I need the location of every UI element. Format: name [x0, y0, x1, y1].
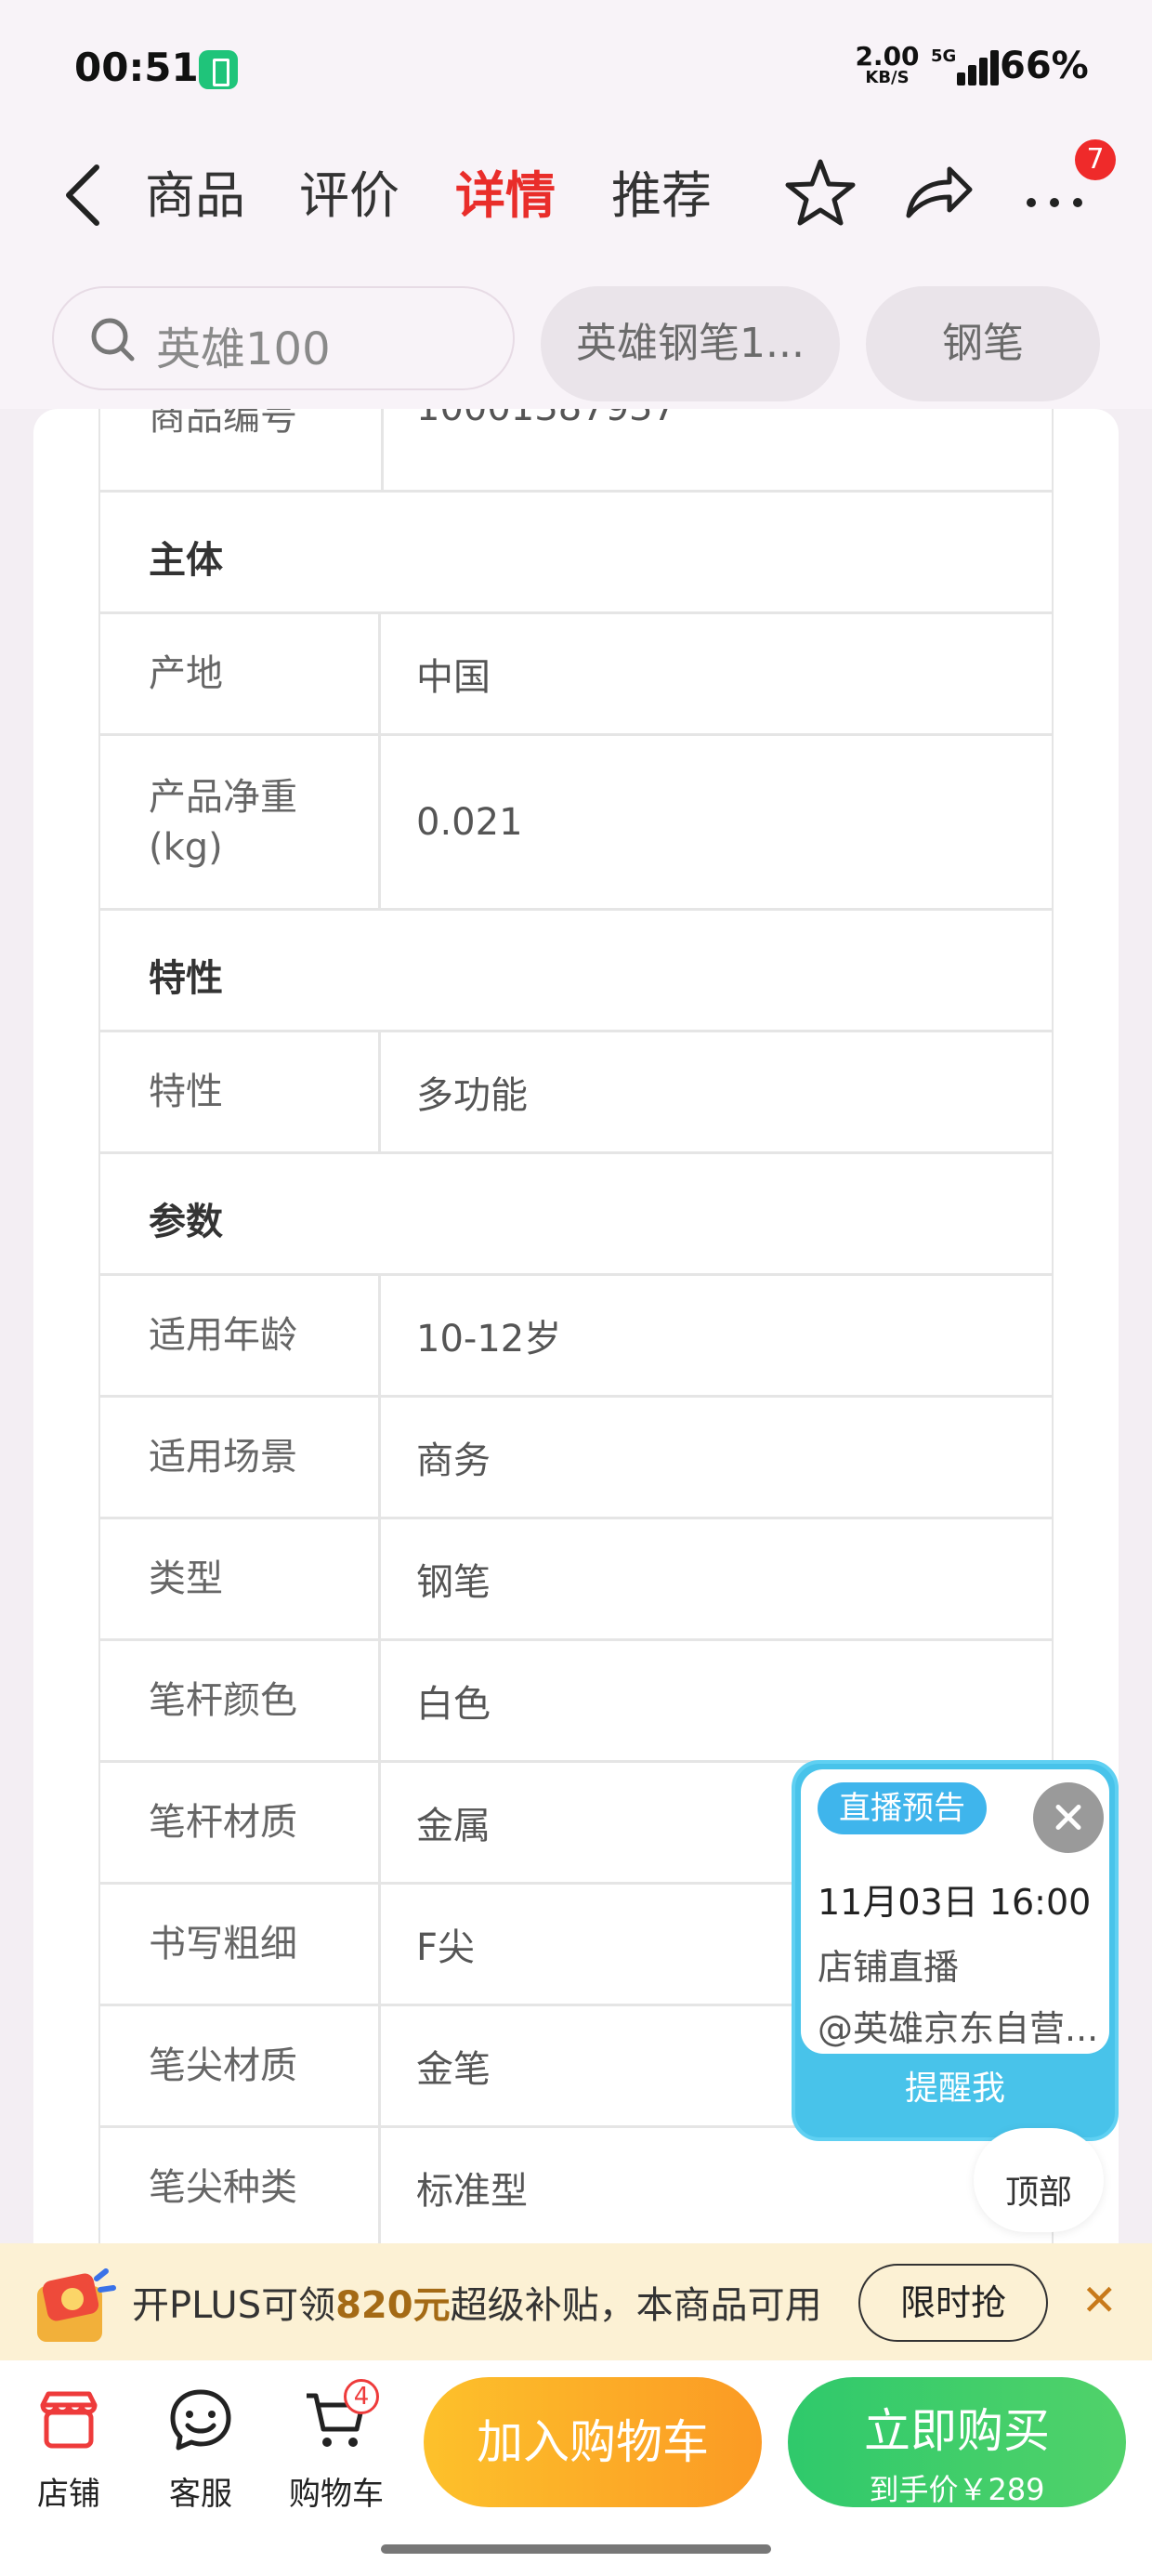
table-row: 类型 钢笔 — [100, 1519, 1052, 1641]
live-time: 11月03日 16:00 — [818, 1882, 1092, 1923]
table-row: 适用年龄 10-12岁 — [100, 1276, 1052, 1398]
customer-service-icon — [170, 2389, 231, 2451]
network-speed: 2.00 KB/S — [855, 44, 920, 87]
spec-value: 10-12岁 — [416, 1318, 562, 1360]
spec-section-header: 主体 — [100, 493, 1052, 614]
spec-value: 钢笔 — [416, 1561, 491, 1604]
store-button[interactable]: 店铺 — [13, 2385, 124, 2514]
table-row: 特性 多功能 — [100, 1032, 1052, 1154]
spec-value: F尖 — [416, 1926, 476, 1969]
spec-key: 产品净重(kg) — [100, 736, 381, 908]
search-query: 英雄100 — [156, 323, 331, 375]
add-to-cart-button[interactable]: 加入购物车 — [424, 2377, 762, 2507]
table-row: 适用场景 商务 — [100, 1398, 1052, 1519]
tab-reviews[interactable]: 评价 — [299, 154, 399, 228]
search-icon — [91, 318, 135, 361]
battery-percent: 66% — [1000, 45, 1089, 87]
plus-promo-banner[interactable]: 开PLUS可领820元超级补贴，本商品可用 限时抢 ✕ — [0, 2243, 1152, 2360]
table-row: 笔尖种类 标准型 — [100, 2128, 1052, 2250]
customer-service-button[interactable]: 客服 — [145, 2385, 256, 2514]
share-icon[interactable] — [896, 151, 979, 234]
status-time: 00:51 — [74, 45, 199, 90]
cart-label: 购物车 — [289, 2476, 384, 2513]
live-store-handle: @英雄京东自营... — [818, 2008, 1099, 2049]
spec-key: 产地 — [100, 614, 381, 733]
home-indicator[interactable] — [381, 2544, 771, 2554]
product-nav-header: 商品 评价 详情 推荐 7 — [0, 130, 1152, 269]
spec-value: 0.021 — [416, 800, 523, 844]
search-row: 英雄100 英雄钢笔1... 钢笔 — [0, 269, 1152, 409]
spec-value: 多功能 — [416, 1074, 528, 1117]
back-to-top-button[interactable]: 顶部 — [974, 2128, 1104, 2232]
search-input[interactable]: 英雄100 — [52, 286, 515, 390]
spec-key: 书写粗细 — [100, 1885, 381, 2004]
network-type: 5G — [931, 46, 957, 66]
spec-key: 适用场景 — [100, 1398, 381, 1517]
live-preview-popup[interactable]: 直播预告 11月03日 16:00 店铺直播 @英雄京东自营... 提醒我 — [792, 1760, 1119, 2141]
cart-count-badge: 4 — [344, 2379, 379, 2414]
plus-amount: 820元 — [335, 2284, 451, 2327]
buy-now-button[interactable]: 立即购买 到手价￥289 — [788, 2377, 1126, 2507]
tab-product[interactable]: 商品 — [145, 154, 245, 228]
limited-grab-button[interactable]: 限时抢 — [858, 2264, 1048, 2342]
section-title: 参数 — [149, 1201, 223, 1243]
plus-text-suffix: 超级补贴，本商品可用 — [450, 2284, 822, 2327]
table-row: 产地 中国 — [100, 614, 1052, 736]
spec-key: 笔尖材质 — [100, 2006, 381, 2125]
spec-value: 10001387937 — [416, 409, 676, 429]
search-suggestion-chip[interactable]: 钢笔 — [866, 286, 1100, 401]
table-row: 产品净重(kg) 0.021 — [100, 736, 1052, 911]
tab-recommend[interactable]: 推荐 — [611, 154, 712, 228]
spec-value: 金笔 — [416, 2048, 491, 2091]
spec-key: 类型 — [100, 1519, 381, 1638]
cart-button[interactable]: 4 购物车 — [281, 2379, 392, 2514]
store-label: 店铺 — [37, 2476, 100, 2513]
live-preview-tag: 直播预告 — [818, 1782, 987, 1834]
spec-key: 适用年龄 — [100, 1276, 381, 1395]
battery-saver-icon — [199, 50, 238, 89]
section-title: 特性 — [149, 957, 223, 1000]
table-row: 商品编号 10001387937 — [100, 409, 1052, 493]
close-icon[interactable]: ✕ — [1081, 2275, 1118, 2325]
spec-value: 标准型 — [416, 2170, 528, 2213]
plus-promo-text: 开PLUS可领820元超级补贴，本商品可用 — [132, 2275, 822, 2329]
message-count-badge: 7 — [1075, 139, 1116, 180]
section-title: 主体 — [149, 539, 223, 582]
spec-value: 商务 — [416, 1439, 491, 1482]
search-suggestion-chip[interactable]: 英雄钢笔1... — [541, 286, 840, 401]
back-icon[interactable] — [56, 158, 111, 232]
spec-value: 金属 — [416, 1805, 491, 1847]
buy-now-label: 立即购买 — [864, 2404, 1050, 2458]
table-row: 笔杆颜色 白色 — [100, 1641, 1052, 1763]
tab-details[interactable]: 详情 — [455, 154, 556, 228]
spec-value: 白色 — [416, 1683, 491, 1726]
close-icon[interactable] — [1033, 1782, 1104, 1853]
star-icon[interactable] — [779, 151, 862, 234]
final-price: 到手价￥289 — [869, 2472, 1045, 2507]
status-bar: 00:51 2.00 KB/S 5G 66% — [0, 0, 1152, 130]
spec-section-header: 特性 — [100, 911, 1052, 1032]
spec-key: 商品编号 — [149, 409, 297, 439]
spec-key: 笔杆材质 — [100, 1763, 381, 1882]
remind-me-button[interactable]: 提醒我 — [795, 2061, 1115, 2109]
spec-key: 笔尖种类 — [100, 2128, 381, 2247]
service-label: 客服 — [169, 2476, 232, 2513]
red-envelope-icon — [37, 2268, 116, 2342]
network-speed-unit: KB/S — [865, 68, 910, 87]
spec-key: 特性 — [100, 1032, 381, 1151]
live-title: 店铺直播 — [818, 1947, 960, 1988]
spec-value: 中国 — [416, 656, 491, 699]
live-preview-content: 直播预告 11月03日 16:00 店铺直播 @英雄京东自营... — [801, 1769, 1109, 2054]
plus-text-prefix: 开PLUS可领 — [132, 2284, 336, 2327]
store-icon — [40, 2391, 98, 2449]
spec-section-header: 参数 — [100, 1154, 1052, 1276]
spec-key: 笔杆颜色 — [100, 1641, 381, 1760]
